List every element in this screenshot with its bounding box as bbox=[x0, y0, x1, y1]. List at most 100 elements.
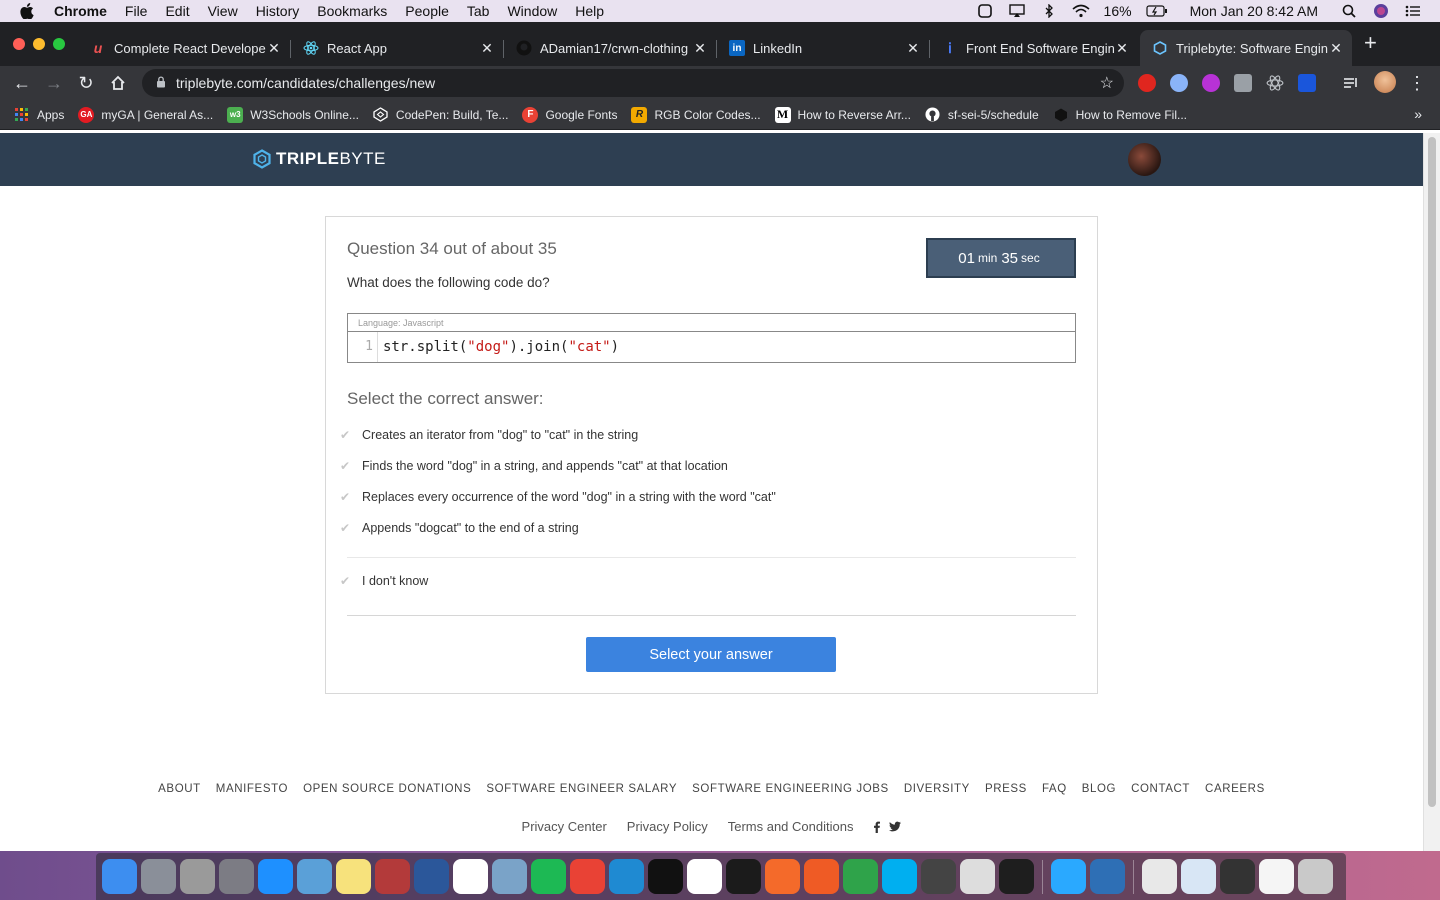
launchpad-icon[interactable] bbox=[141, 859, 176, 894]
bookmark-remove-files[interactable]: How to Remove Fil... bbox=[1053, 100, 1187, 130]
menu-edit[interactable]: Edit bbox=[165, 3, 189, 19]
footer-link-about[interactable]: ABOUT bbox=[158, 783, 201, 795]
activity-monitor-icon[interactable] bbox=[726, 859, 761, 894]
bookmark-codepen[interactable]: CodePen: Build, Te... bbox=[373, 100, 508, 130]
bookmark-w3schools[interactable]: w3 W3Schools Online... bbox=[227, 100, 359, 130]
footer-privacy-policy[interactable]: Privacy Policy bbox=[627, 819, 708, 834]
footer-link-manifesto[interactable]: MANIFESTO bbox=[216, 783, 288, 795]
home-icon[interactable] bbox=[107, 72, 129, 94]
window-zoom-button[interactable] bbox=[53, 38, 65, 50]
tab-close-icon[interactable]: ✕ bbox=[905, 40, 921, 57]
profile-avatar[interactable] bbox=[1374, 71, 1396, 93]
airplay-icon[interactable] bbox=[1008, 4, 1026, 18]
scrollbar-thumb[interactable] bbox=[1428, 137, 1436, 807]
footer-link-salary[interactable]: SOFTWARE ENGINEER SALARY bbox=[486, 783, 677, 795]
menu-help[interactable]: Help bbox=[575, 3, 604, 19]
postman-icon[interactable] bbox=[804, 859, 839, 894]
menu-bookmarks[interactable]: Bookmarks bbox=[317, 3, 387, 19]
window-close-button[interactable] bbox=[13, 38, 25, 50]
menu-view[interactable]: View bbox=[208, 3, 238, 19]
figma-icon[interactable] bbox=[999, 859, 1034, 894]
menu-people[interactable]: People bbox=[405, 3, 449, 19]
system-preferences-icon[interactable] bbox=[219, 859, 254, 894]
word-icon[interactable] bbox=[414, 859, 449, 894]
skype-icon[interactable] bbox=[882, 859, 917, 894]
footer-privacy-center[interactable]: Privacy Center bbox=[522, 819, 607, 834]
preview-icon[interactable] bbox=[297, 859, 332, 894]
bookmark-apps[interactable]: Apps bbox=[14, 100, 64, 130]
footer-link-open-source[interactable]: OPEN SOURCE DONATIONS bbox=[303, 783, 471, 795]
menu-window[interactable]: Window bbox=[507, 3, 557, 19]
menu-app-name[interactable]: Chrome bbox=[54, 3, 107, 19]
reload-icon[interactable]: ↻ bbox=[75, 72, 97, 94]
sublime-icon[interactable] bbox=[765, 859, 800, 894]
window-2-icon[interactable] bbox=[1181, 859, 1216, 894]
chrome-menu-icon[interactable]: ⋮ bbox=[1406, 72, 1428, 94]
terminal-icon[interactable] bbox=[648, 859, 683, 894]
tab-crwn-clothing[interactable]: ADamian17/crwn-clothing ✕ bbox=[504, 30, 716, 66]
tab-close-icon[interactable]: ✕ bbox=[266, 40, 282, 57]
footer-link-jobs[interactable]: SOFTWARE ENGINEERING JOBS bbox=[692, 783, 889, 795]
siri-icon[interactable] bbox=[1372, 4, 1390, 18]
chrome-icon[interactable] bbox=[570, 859, 605, 894]
back-arrow-icon[interactable]: ← bbox=[11, 72, 33, 94]
system-utility-icon[interactable] bbox=[180, 859, 215, 894]
trash-icon[interactable] bbox=[1298, 859, 1333, 894]
answer-option-3[interactable]: ✔ Replaces every occurrence of the word … bbox=[340, 487, 776, 507]
footer-link-faq[interactable]: FAQ bbox=[1042, 783, 1067, 795]
extension-circle-icon[interactable] bbox=[1170, 74, 1188, 92]
menubar-clock[interactable]: Mon Jan 20 8:42 AM bbox=[1190, 3, 1318, 19]
new-tab-plus-icon[interactable]: + bbox=[1364, 30, 1377, 56]
address-url[interactable]: triplebyte.com/candidates/challenges/new bbox=[176, 75, 435, 91]
tab-close-icon[interactable]: ✕ bbox=[692, 40, 708, 57]
footer-link-contact[interactable]: CONTACT bbox=[1131, 783, 1190, 795]
rocket-icon[interactable] bbox=[843, 859, 878, 894]
tab-close-icon[interactable]: ✕ bbox=[479, 40, 495, 57]
printer-icon[interactable] bbox=[921, 859, 956, 894]
battery-charging-icon[interactable] bbox=[1145, 4, 1168, 18]
bookmarks-overflow-icon[interactable]: » bbox=[1414, 106, 1422, 122]
calendar-icon[interactable] bbox=[453, 859, 488, 894]
app-store-icon[interactable] bbox=[258, 859, 293, 894]
answer-option-1[interactable]: ✔ Creates an iterator from "dog" to "cat… bbox=[340, 425, 638, 445]
address-bar[interactable]: triplebyte.com/candidates/challenges/new… bbox=[142, 69, 1124, 97]
footer-link-diversity[interactable]: DIVERSITY bbox=[904, 783, 970, 795]
messages-icon[interactable] bbox=[1051, 859, 1086, 894]
wifi-icon[interactable] bbox=[1072, 4, 1090, 18]
tab-close-icon[interactable]: ✕ bbox=[1328, 40, 1344, 57]
answer-option-4[interactable]: ✔ Appends "dogcat" to the end of a strin… bbox=[340, 518, 579, 538]
footer-link-careers[interactable]: CAREERS bbox=[1205, 783, 1265, 795]
twitter-icon[interactable] bbox=[889, 821, 902, 832]
window-1-icon[interactable] bbox=[1142, 859, 1177, 894]
forward-arrow-icon[interactable]: → bbox=[43, 72, 65, 94]
window-minimize-button[interactable] bbox=[33, 38, 45, 50]
extension-purple-icon[interactable] bbox=[1202, 74, 1220, 92]
tab-react-app[interactable]: React App ✕ bbox=[291, 30, 503, 66]
lock-icon[interactable] bbox=[156, 75, 168, 91]
window-4-icon[interactable] bbox=[1259, 859, 1294, 894]
user-avatar[interactable] bbox=[1128, 143, 1161, 176]
notes-icon[interactable] bbox=[336, 859, 371, 894]
apple-icon[interactable] bbox=[20, 3, 38, 19]
dropbox-status-icon[interactable] bbox=[976, 4, 994, 18]
spotlight-search-icon[interactable] bbox=[1340, 4, 1358, 18]
select-answer-button[interactable]: Select your answer bbox=[586, 637, 836, 672]
menu-file[interactable]: File bbox=[125, 3, 148, 19]
bookmark-rgb-color-codes[interactable]: R RGB Color Codes... bbox=[631, 100, 761, 130]
menu-tab[interactable]: Tab bbox=[467, 3, 490, 19]
answer-option-2[interactable]: ✔ Finds the word "dog" in a string, and … bbox=[340, 456, 728, 476]
footer-link-blog[interactable]: BLOG bbox=[1082, 783, 1116, 795]
extension-info-icon[interactable] bbox=[1298, 74, 1316, 92]
facebook-icon[interactable] bbox=[873, 821, 881, 833]
menu-history[interactable]: History bbox=[256, 3, 300, 19]
finder-icon[interactable] bbox=[102, 859, 137, 894]
tab-complete-react[interactable]: u Complete React Developer i ✕ bbox=[78, 30, 290, 66]
answer-option-dont-know[interactable]: ✔ I don't know bbox=[340, 571, 428, 591]
bookmark-star-icon[interactable]: ☆ bbox=[1100, 73, 1114, 93]
tab-front-end-engineer[interactable]: ⅰ Front End Software Enginee ✕ bbox=[930, 30, 1138, 66]
dictionary-icon[interactable] bbox=[375, 859, 410, 894]
extension-square-icon[interactable] bbox=[1234, 74, 1252, 92]
tab-linkedin[interactable]: in LinkedIn ✕ bbox=[717, 30, 929, 66]
image-capture-icon[interactable] bbox=[492, 859, 527, 894]
slack-icon[interactable] bbox=[687, 859, 722, 894]
